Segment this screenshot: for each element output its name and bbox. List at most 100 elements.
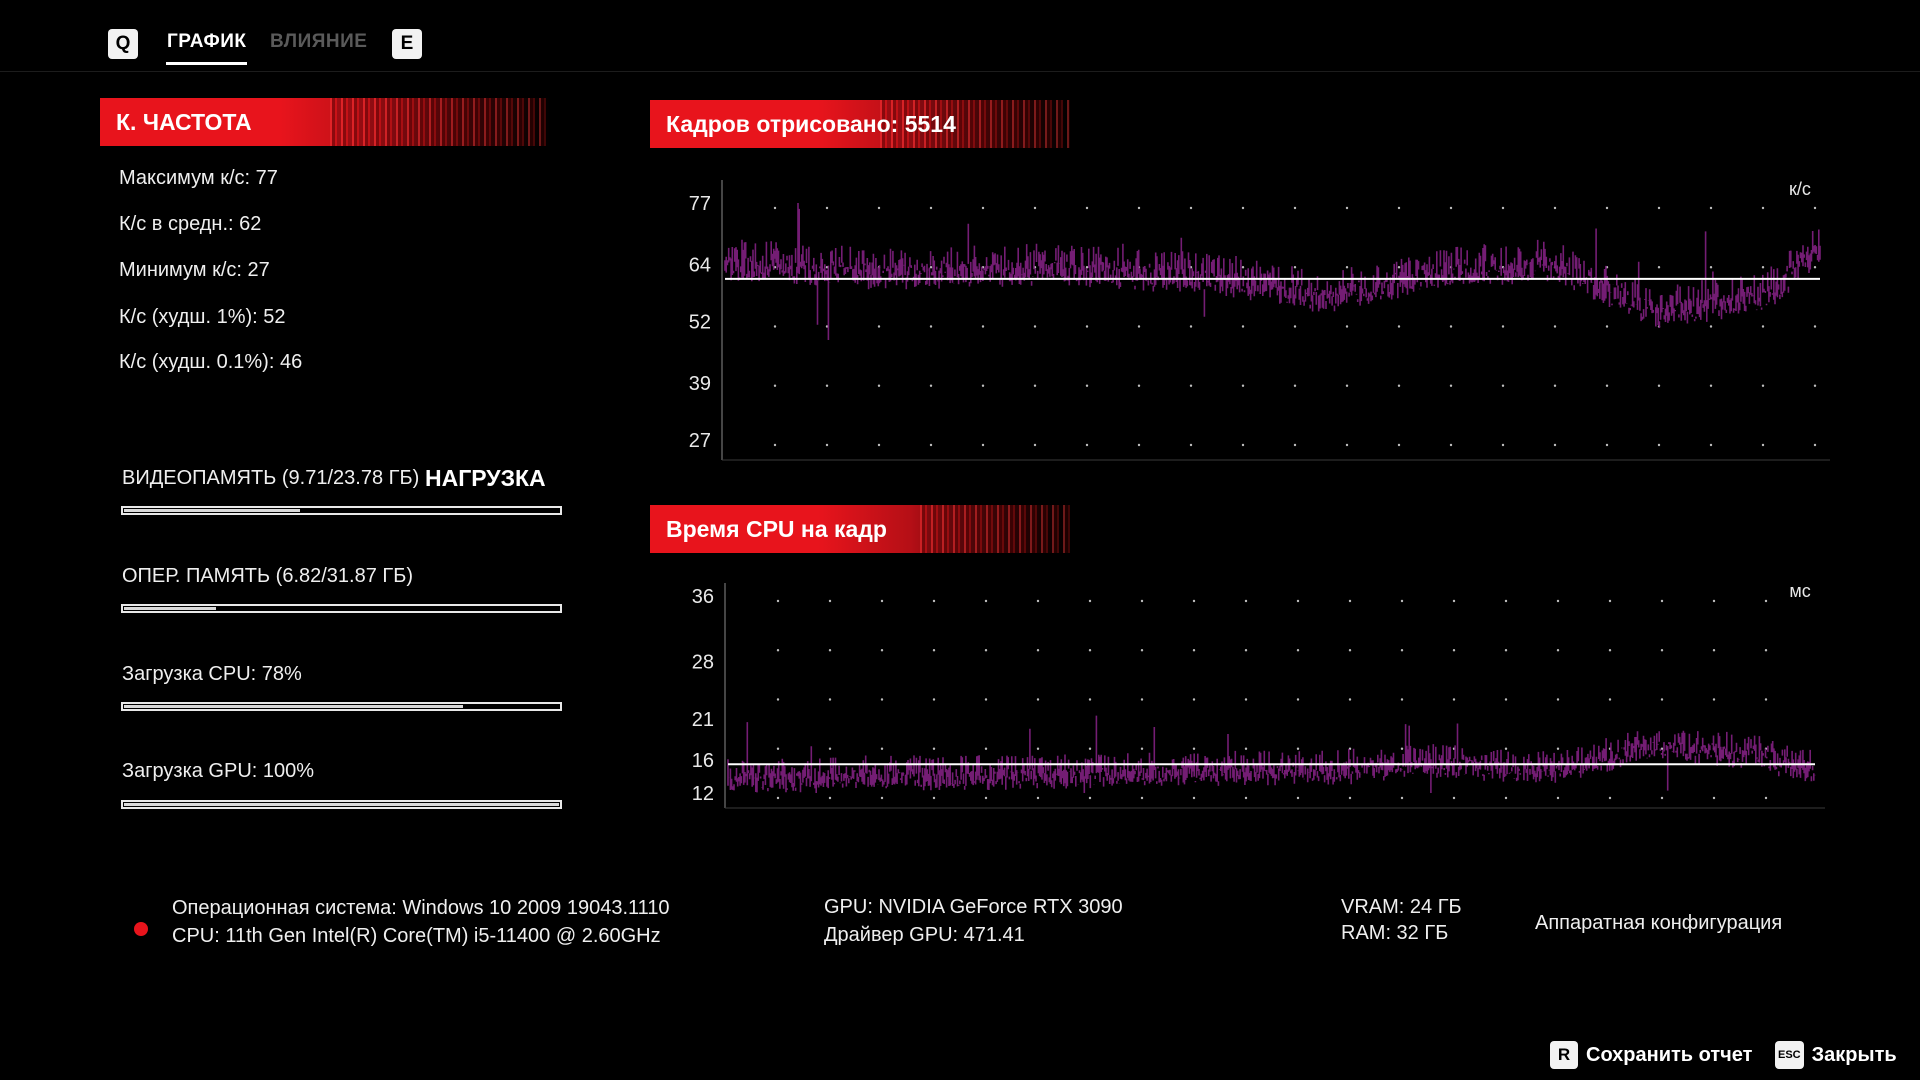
grid-dot xyxy=(1709,325,1713,328)
grid-dot xyxy=(1033,325,1037,328)
grid-dot xyxy=(1709,206,1713,210)
stat-min-fps: Минимум к/с: 27 xyxy=(119,259,270,281)
grid-dot xyxy=(1813,384,1817,387)
grid-dot xyxy=(1504,796,1508,800)
grid-dot xyxy=(1400,599,1404,603)
ram-usage-label: ОПЕР. ПАМЯТЬ (6.82/31.87 ГБ) xyxy=(122,565,414,587)
cpu-info: CPU: 11th Gen Intel(R) Core(TM) i5-11400… xyxy=(172,925,661,947)
grid-dot xyxy=(880,796,884,800)
grid-dot xyxy=(1501,443,1505,447)
grid-dot xyxy=(984,698,988,701)
grid-dot xyxy=(929,206,933,210)
unit-label: мс xyxy=(1789,581,1810,601)
grid-dot xyxy=(1397,266,1401,269)
grid-dot xyxy=(776,796,780,800)
grid-dot xyxy=(828,747,832,750)
grid-dot xyxy=(1244,599,1248,603)
grid-dot xyxy=(981,325,985,328)
grid-dot xyxy=(932,796,936,800)
grid-dot xyxy=(1137,443,1141,447)
grid-dot xyxy=(1400,698,1404,701)
grid-dot xyxy=(1504,599,1508,603)
gpu-usage-bar xyxy=(121,800,562,809)
grid-dot xyxy=(1293,443,1297,447)
grid-dot xyxy=(877,384,881,387)
grid-dot xyxy=(773,443,777,447)
grid-dot xyxy=(1709,384,1713,387)
grid-dot xyxy=(773,206,777,210)
tab-graph[interactable]: ГРАФИК xyxy=(167,31,247,53)
grid-dot xyxy=(828,599,832,603)
grid-dot xyxy=(1192,649,1196,652)
grid-dot xyxy=(1085,443,1089,447)
grid-dot xyxy=(880,649,884,652)
y-tick-label: 16 xyxy=(692,750,714,772)
grid-dot xyxy=(1140,599,1144,603)
grid-dot xyxy=(1293,206,1297,210)
data-series xyxy=(724,203,1821,340)
grid-dot xyxy=(1605,384,1609,387)
grid-dot xyxy=(1761,266,1765,269)
grid-dot xyxy=(1553,325,1557,328)
grid-dot xyxy=(1761,384,1765,387)
grid-dot xyxy=(981,443,985,447)
grid-dot xyxy=(1241,266,1245,269)
grid-dot xyxy=(1400,796,1404,800)
grid-dot xyxy=(1504,698,1508,701)
grid-dot xyxy=(1296,649,1300,652)
grid-dot xyxy=(1293,266,1297,269)
hardware-config-link[interactable]: Аппаратная конфигурация xyxy=(1535,912,1782,935)
close-button[interactable]: ESC Закрыть xyxy=(1775,1041,1897,1069)
grid-dot xyxy=(1088,747,1092,750)
grid-dot xyxy=(1764,649,1768,652)
grid-dot xyxy=(1345,206,1349,210)
grid-dot xyxy=(1449,206,1453,210)
grid-dot xyxy=(932,698,936,701)
grid-dot xyxy=(1452,698,1456,701)
grid-dot xyxy=(1241,206,1245,210)
gpu-usage-label: Загрузка GPU: 100% xyxy=(122,760,315,782)
grid-dot xyxy=(1192,599,1196,603)
grid-dot xyxy=(1501,206,1505,210)
fps-section-header: К. ЧАСТОТА xyxy=(100,98,550,146)
grid-dot xyxy=(984,599,988,603)
cpu-usage-label: Загрузка CPU: 78% xyxy=(122,663,302,685)
grid-dot xyxy=(1449,384,1453,387)
grid-dot xyxy=(825,384,829,387)
grid-dot xyxy=(1761,443,1765,447)
grid-dot xyxy=(776,649,780,652)
grid-dot xyxy=(1608,796,1612,800)
grid-dot xyxy=(1553,443,1557,447)
grid-dot xyxy=(1712,599,1716,603)
save-report-button[interactable]: R Сохранить отчет xyxy=(1550,1041,1752,1069)
grid-dot xyxy=(1348,796,1352,800)
grid-dot xyxy=(1192,796,1196,800)
grid-dot xyxy=(1605,325,1609,328)
data-series xyxy=(727,715,1816,793)
grid-dot xyxy=(1504,747,1508,750)
grid-dot xyxy=(1660,649,1664,652)
grid-dot xyxy=(1345,443,1349,447)
grid-dot xyxy=(1088,599,1092,603)
prev-tab-key[interactable]: Q xyxy=(108,29,138,59)
cpu-time-chart: 36 28 21 16 12 мс xyxy=(692,581,1825,809)
grid-dot xyxy=(1244,649,1248,652)
grid-dot xyxy=(1085,325,1089,328)
grid-dot xyxy=(877,443,881,447)
grid-dot xyxy=(932,649,936,652)
grid-dot xyxy=(880,747,884,750)
grid-dot xyxy=(1556,747,1560,750)
grid-dot xyxy=(1137,384,1141,387)
grid-dot xyxy=(1189,443,1193,447)
grid-dot xyxy=(1553,206,1557,210)
tab-impact[interactable]: ВЛИЯНИЕ xyxy=(270,31,367,53)
grid-dot xyxy=(1400,747,1404,750)
next-tab-key[interactable]: E xyxy=(392,29,422,59)
stat-01pct-low-fps: К/с (худш. 0.1%): 46 xyxy=(119,351,303,373)
grid-dot xyxy=(1088,796,1092,800)
y-tick-label: 39 xyxy=(689,373,711,395)
grid-dot xyxy=(1293,384,1297,387)
stat-max-fps: Максимум к/с: 77 xyxy=(119,167,278,189)
grid-dot xyxy=(1345,325,1349,328)
grid-dot xyxy=(1397,384,1401,387)
